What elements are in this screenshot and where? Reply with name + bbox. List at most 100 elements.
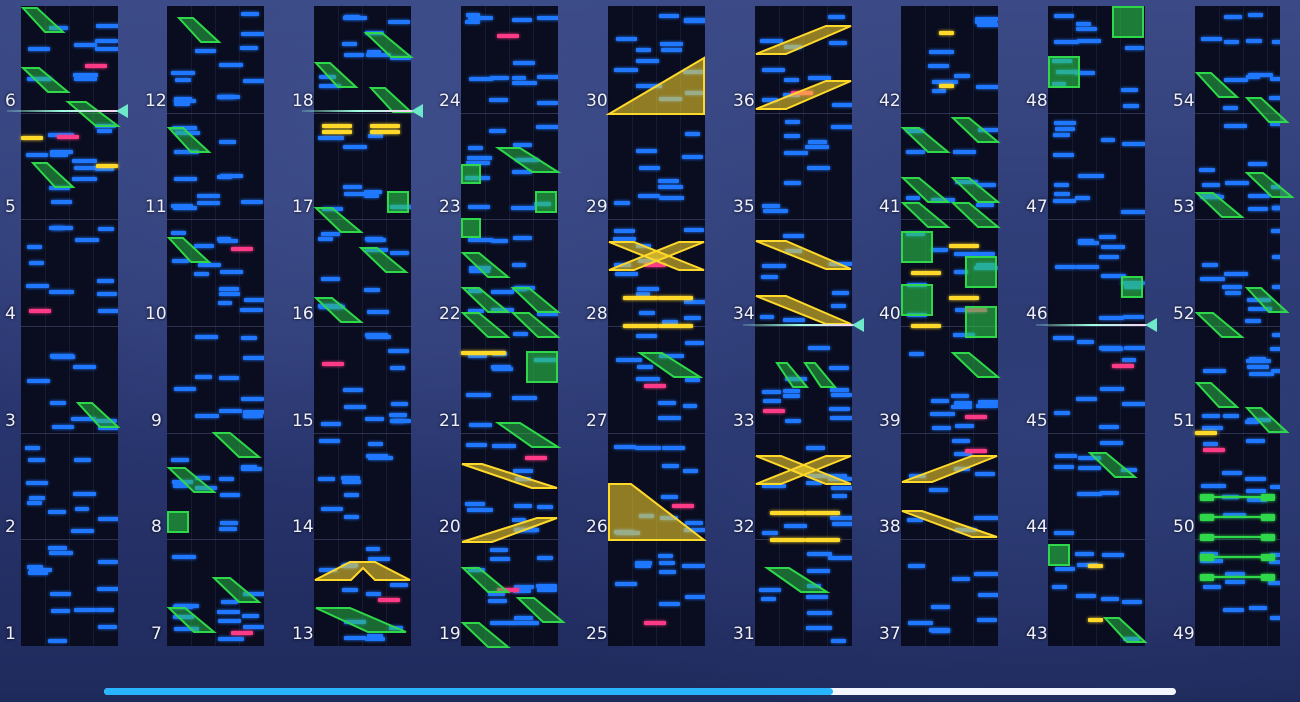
measure-number: 14 — [292, 517, 314, 538]
measure-number: 25 — [586, 624, 608, 644]
tap-note — [388, 413, 407, 417]
tap-note — [219, 527, 238, 531]
tap-note — [243, 414, 260, 418]
tap-note — [48, 290, 74, 294]
slide-note — [1194, 312, 1245, 338]
tap-note — [783, 134, 800, 138]
measure-number: 48 — [1026, 90, 1048, 111]
tap-note — [1055, 454, 1077, 458]
tap-note — [242, 79, 264, 83]
measure-separator — [21, 539, 118, 540]
slide-note — [803, 362, 838, 388]
tap-note — [491, 239, 508, 243]
tap-note — [1075, 22, 1092, 26]
tap-note — [512, 18, 533, 22]
tap-note — [1075, 196, 1090, 200]
measure-number: 21 — [439, 410, 461, 431]
tap-note — [1077, 239, 1094, 243]
tap-note — [71, 177, 97, 181]
hold-head — [1200, 574, 1214, 581]
tap-note — [658, 602, 681, 606]
measure-number: 45 — [1026, 410, 1048, 431]
tap-note — [536, 75, 558, 79]
measure-number: 26 — [586, 517, 608, 538]
tap-note — [1075, 552, 1095, 556]
tap-note — [49, 354, 75, 358]
tap-note — [490, 365, 511, 369]
tap-note — [931, 399, 949, 403]
tap-note — [1100, 138, 1116, 142]
tap-note — [243, 298, 264, 302]
playhead-marker-icon[interactable] — [411, 104, 423, 118]
square-note — [535, 191, 557, 213]
tap-note — [537, 16, 558, 20]
tap-note — [1100, 491, 1120, 495]
measure-number: 9 — [151, 410, 162, 431]
tap-note — [488, 129, 506, 133]
chart-column[interactable] — [167, 6, 264, 646]
tap-note — [806, 611, 832, 615]
tap-note — [684, 228, 705, 232]
flick-note — [57, 135, 79, 139]
tap-note — [28, 261, 44, 265]
tap-note — [364, 194, 380, 198]
tap-note — [1271, 255, 1280, 259]
tap-note — [684, 595, 705, 599]
tap-note — [1199, 277, 1226, 281]
slide-note — [755, 25, 852, 55]
scrollbar-progress-fill[interactable] — [104, 688, 833, 695]
tap-note — [194, 414, 219, 418]
tap-note — [928, 50, 955, 54]
gold-note — [322, 130, 352, 134]
tap-note — [1053, 183, 1070, 187]
horizontal-scrollbar[interactable] — [104, 688, 1176, 695]
tap-note — [613, 237, 636, 241]
tap-note — [1202, 426, 1223, 430]
tap-note — [830, 516, 852, 520]
tap-note — [1053, 121, 1076, 125]
gold-note — [1195, 431, 1217, 435]
playhead-marker-icon[interactable] — [1145, 318, 1157, 332]
playhead-marker-icon[interactable] — [852, 318, 864, 332]
tap-note — [931, 426, 952, 430]
measure-number: 24 — [439, 90, 461, 111]
tap-note — [367, 557, 390, 561]
tap-note — [194, 49, 216, 53]
tap-note — [51, 226, 74, 230]
tap-note — [829, 416, 852, 420]
tap-note — [342, 185, 363, 189]
gold-note — [96, 164, 118, 168]
tap-note — [1101, 245, 1125, 249]
playhead-marker-icon[interactable] — [116, 104, 128, 118]
tap-note — [73, 492, 97, 496]
slide-note — [755, 80, 852, 110]
tap-note — [194, 335, 218, 339]
measure-number: 54 — [1173, 90, 1195, 111]
tap-note — [48, 639, 68, 643]
tap-note — [831, 494, 848, 498]
slide-note — [358, 247, 409, 273]
tap-note — [94, 39, 118, 43]
tap-note — [48, 551, 73, 555]
measure-number: 11 — [145, 197, 167, 218]
tap-note — [468, 423, 492, 427]
tap-note — [51, 425, 74, 429]
measure-number: 38 — [879, 517, 901, 538]
tap-note — [366, 310, 389, 314]
tap-note — [344, 15, 360, 19]
tap-note — [1201, 37, 1222, 41]
gold-note — [658, 324, 693, 328]
square-note — [965, 306, 997, 338]
tap-note — [218, 409, 243, 413]
tap-note — [1270, 347, 1280, 351]
measure-number: 12 — [145, 90, 167, 111]
tap-note — [217, 619, 242, 623]
slide-note — [494, 147, 562, 173]
measure-number: 23 — [439, 197, 461, 218]
tap-note — [1076, 594, 1096, 598]
tap-note — [97, 227, 114, 231]
tap-note — [96, 608, 115, 612]
square-note — [1112, 6, 1144, 38]
tap-note — [614, 201, 630, 205]
square-note — [901, 284, 933, 316]
